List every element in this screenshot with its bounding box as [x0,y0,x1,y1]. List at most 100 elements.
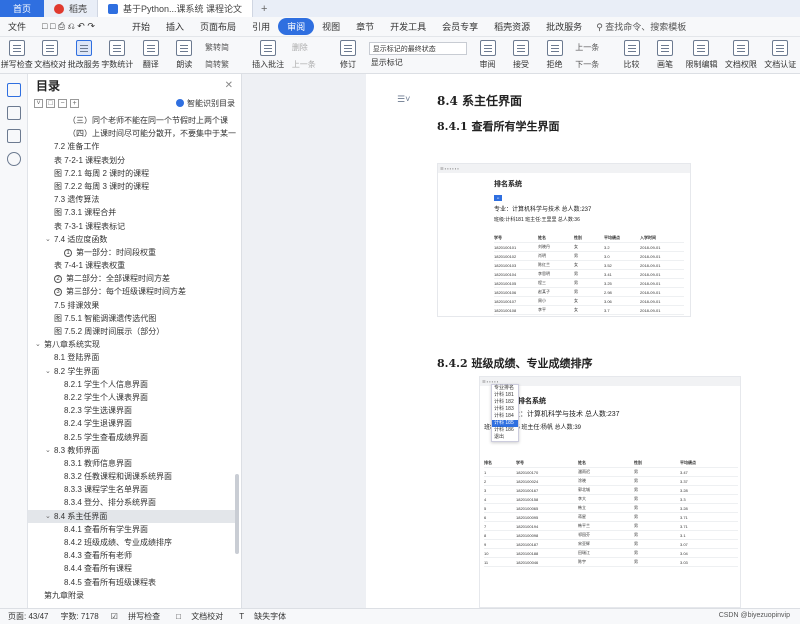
toc-item[interactable]: 8.3.1 教师信息界面 [28,457,236,470]
toc-item[interactable]: 表 7-3-1 课程表标记 [28,220,236,233]
restrict-edit-button[interactable]: 限制编辑 [682,40,721,70]
toc-item[interactable]: ⌄ 8.4 系主任界面 [28,509,236,523]
track-changes-button[interactable]: 修订 [331,40,365,70]
collapse-all-icon[interactable]: ˅ [34,98,43,108]
toc-item[interactable]: ⌄ 7.4 适应度函数 [28,233,236,246]
expand-arrow-icon[interactable]: ⌄ [45,233,51,246]
delete-comment-button[interactable]: 删除 [292,42,327,53]
toc-item[interactable]: 8.4.3 查看所有老师 [28,549,236,562]
toc-item[interactable]: 图 7.2.1 每周 2 课时的课程 [28,167,236,180]
menu-item-resources[interactable]: 稻壳资源 [486,20,538,33]
toc-item[interactable]: 8.2.5 学生查看成绩界面 [28,431,236,444]
menu-item-reference[interactable]: 引用 [244,20,278,33]
prev-change-button[interactable]: 上一条 [575,42,610,53]
menu-item-review[interactable]: 审阅 [278,18,315,35]
menu-item-start[interactable]: 开始 [124,20,158,33]
toc-item[interactable]: 表 7-2-1 课程表划分 [28,154,236,167]
menu-item-insert[interactable]: 插入 [158,20,192,33]
word-count-button[interactable]: 字数统计 [101,40,135,70]
toc-item[interactable]: 3 第三部分：每个班级课程时间方差 [28,285,236,298]
bookmark-icon[interactable] [7,129,21,143]
tab-home[interactable]: 首页 [0,0,44,17]
toc-item[interactable]: ⌄ 8.2 学生界面 [28,365,236,378]
menu-item-layout[interactable]: 页面布局 [192,20,244,33]
toc-panel-icon[interactable] [7,83,21,97]
spell-check-status[interactable]: ☑ 拼写检查 [111,611,164,622]
quick-access-toolbar[interactable]: □ □ ⎙ ⎌ ↶ ↷ [34,21,124,32]
toc-item[interactable]: 图 7.3.1 课程合并 [28,206,236,219]
chapter-icon[interactable] [7,106,21,120]
read-aloud-button[interactable]: 朗读 [168,40,202,70]
close-icon[interactable]: ✕ [225,80,233,91]
expand-arrow-icon[interactable]: ⌄ [35,338,41,351]
next-change-button[interactable]: 下一条 [575,59,610,70]
expand-arrow-icon[interactable]: ⌄ [45,365,51,378]
toc-item[interactable]: 图 7.5.2 周课时间展示（部分） [28,325,236,338]
show-markup-button[interactable]: 显示标记 [371,57,471,68]
minus-icon[interactable]: − [58,98,67,108]
toc-item[interactable]: 2 第二部分：全部课程时间方差 [28,272,236,285]
toc-item[interactable]: 8.3.2 任教课程和调课系统界面 [28,470,236,483]
review-pane-button[interactable]: 审阅 [471,40,505,70]
toc-item[interactable]: （三）同个老师不能在同一个节假时上两个课​ [28,114,236,127]
menu-item-correction[interactable]: 批改服务 [538,20,590,33]
page-options-icon[interactable]: ☰˅ [397,94,410,105]
toc-item[interactable]: 8.4.4 查看所有课程 [28,562,236,575]
toc-item[interactable]: 8.2.2 学生个人课表界面 [28,391,236,404]
toc-item[interactable]: 7.3 遗传算法 [28,193,236,206]
spell-check-button[interactable]: 拼写检查 [0,40,34,70]
menu-item-chapter[interactable]: 章节 [348,20,382,33]
menu-item-view[interactable]: 视图 [314,20,348,33]
new-tab-button[interactable]: + [253,0,275,17]
missing-font-status[interactable]: T 缺失字体 [239,611,290,622]
menu-item-devtools[interactable]: 开发工具 [382,20,434,33]
smart-toc-button[interactable]: 智能识别目录 [176,98,235,109]
markup-state-select[interactable]: 显示标记的最终状态 [368,42,467,55]
compare-button[interactable]: 比较 [615,40,649,70]
prev-comment-button[interactable]: 上一条 [292,59,327,70]
proof-status[interactable]: □ 文档校对 [176,611,227,622]
toc-item[interactable]: 8.3.3 课程学生名单界面 [28,483,236,496]
menu-file[interactable]: 文件 [0,20,34,33]
tab-document[interactable]: 基于Python...课系统 课程论文 [97,0,254,17]
pen-button[interactable]: 画笔 [648,40,682,70]
toc-item[interactable]: 1 第一部分：时间段权重 [28,246,236,259]
toc-item[interactable]: 表 7-4-1 课程表权重 [28,259,236,272]
translate-button[interactable]: 翻译 [134,40,168,70]
toc-item[interactable]: 8.2.1 学生个人信息界面 [28,378,236,391]
expand-all-icon[interactable]: □ [46,98,55,108]
reject-button[interactable]: 拒绝 [538,40,572,70]
tab-daoke[interactable]: 稻壳 [44,0,97,17]
plus-icon[interactable]: + [70,98,79,108]
toc-item[interactable]: 8.4.5 查看所有班级课程表 [28,576,236,589]
toc-item[interactable]: 图 7.5.1 智能调课遗传选代图 [28,312,236,325]
toc-item[interactable]: 7.5 排课效果 [28,299,236,312]
word-count[interactable]: 字数: 7178 [60,611,98,622]
doc-auth-button[interactable]: 文档认证 [761,40,800,70]
toc-item[interactable]: 8.2.3 学生选课界面 [28,404,236,417]
toc-item[interactable]: 8.2.4 学生退课界面 [28,417,236,430]
toc-scrollbar[interactable] [235,474,239,554]
trad-to-simp-button[interactable]: 繁转简 [205,42,244,53]
toc-item[interactable]: 8.3.4 登分、排分系统界面 [28,496,236,509]
toc-item[interactable]: 8.1 登陆界面 [28,351,236,364]
toc-item[interactable]: 第九章附录 [28,589,236,602]
command-search[interactable]: ⚲ 查找命令、搜索模板 [596,20,686,33]
insert-comment-button[interactable]: 插入批注 [248,40,287,70]
doc-proof-button[interactable]: 文档校对 [34,40,68,70]
expand-arrow-icon[interactable]: ⌄ [45,510,51,523]
search-icon[interactable] [7,152,21,166]
toc-item[interactable]: 图 7.2.2 每周 3 课时的课程 [28,180,236,193]
expand-arrow-icon[interactable]: ⌄ [45,444,51,457]
toc-item[interactable]: ⌄ 8.3 教师界面 [28,444,236,457]
accept-button[interactable]: 接受 [504,40,538,70]
toc-item[interactable]: 7.2 准备工作 [28,140,236,153]
toc-item[interactable]: 8.4.1 查看所有学生界面 [28,523,236,536]
toc-item[interactable]: 8.4.2 班级成绩、专业成绩排序 [28,536,236,549]
menu-item-member[interactable]: 会员专享 [434,20,486,33]
doc-permission-button[interactable]: 文档权限 [721,40,760,70]
toc-item[interactable]: ⌄ 第八章系统实现 [28,338,236,351]
simp-to-trad-button[interactable]: 简转繁 [205,59,244,70]
toc-item[interactable]: （四）上课时间尽可能分散开，不要集中于某一... [28,127,236,140]
correction-service-button[interactable]: 批改服务 [67,40,101,70]
